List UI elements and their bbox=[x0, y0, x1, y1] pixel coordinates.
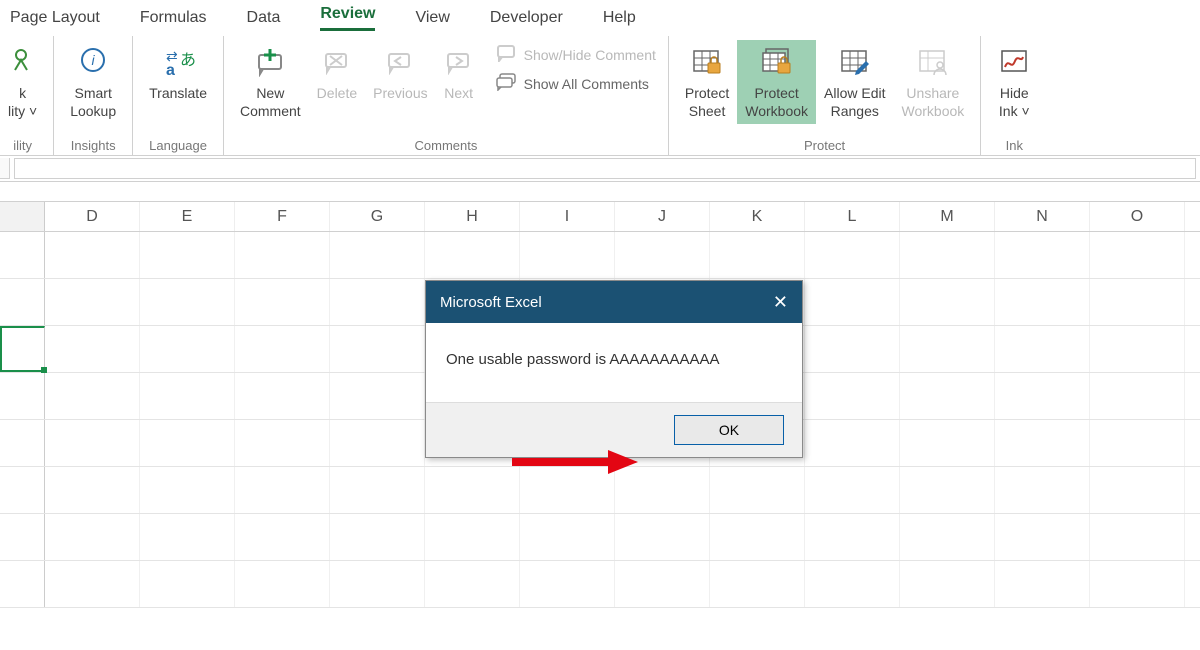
group-label: Protect bbox=[677, 138, 972, 155]
dialog-title: Microsoft Excel bbox=[440, 294, 542, 311]
delete-comment-button: Delete bbox=[309, 40, 365, 106]
btn-label: Show/Hide Comment bbox=[524, 47, 656, 63]
col-header[interactable]: M bbox=[900, 202, 995, 231]
svg-text:a: a bbox=[166, 62, 175, 77]
btn-label: Hide bbox=[1000, 84, 1029, 102]
protect-workbook-button[interactable]: Protect Workbook bbox=[737, 40, 816, 124]
protect-sheet-icon bbox=[690, 44, 724, 80]
smart-lookup-icon: i bbox=[75, 44, 111, 80]
next-comment-icon bbox=[444, 44, 474, 80]
btn-label: k bbox=[19, 84, 26, 102]
btn-label: Workbook bbox=[902, 102, 965, 120]
btn-label: Workbook bbox=[745, 102, 808, 120]
ribbon: k lity ˅ ility i Smart Lookup Insights ⇄… bbox=[0, 36, 1200, 156]
col-header[interactable]: J bbox=[615, 202, 710, 231]
col-header[interactable]: G bbox=[330, 202, 425, 231]
col-header[interactable]: K bbox=[710, 202, 805, 231]
ink-icon bbox=[997, 44, 1031, 80]
btn-label: Next bbox=[444, 84, 473, 102]
col-header[interactable]: L bbox=[805, 202, 900, 231]
group-label: Language bbox=[141, 138, 215, 155]
svg-text:i: i bbox=[92, 52, 96, 68]
dialog-message: One usable password is AAAAAAAAAAA bbox=[426, 323, 802, 403]
btn-label: Show All Comments bbox=[524, 76, 649, 92]
group-label: Insights bbox=[62, 138, 124, 155]
col-header[interactable]: D bbox=[45, 202, 140, 231]
btn-label: Allow Edit bbox=[824, 84, 885, 102]
selected-cell[interactable] bbox=[0, 326, 45, 372]
allow-edit-icon bbox=[838, 44, 872, 80]
unshare-workbook-button: Unshare Workbook bbox=[894, 40, 973, 124]
tab-data[interactable]: Data bbox=[247, 9, 281, 27]
col-header[interactable]: N bbox=[995, 202, 1090, 231]
accessibility-icon bbox=[9, 44, 37, 80]
btn-label: Comment bbox=[240, 102, 301, 120]
group-label: ility bbox=[0, 138, 45, 155]
col-header[interactable]: E bbox=[140, 202, 235, 231]
tab-view[interactable]: View bbox=[415, 9, 449, 27]
btn-label: lity ˅ bbox=[8, 102, 37, 120]
group-label: Comments bbox=[232, 138, 660, 155]
next-comment-button: Next bbox=[436, 40, 482, 106]
btn-label: Delete bbox=[317, 84, 357, 102]
col-header[interactable]: O bbox=[1090, 202, 1185, 231]
protect-sheet-button[interactable]: Protect Sheet bbox=[677, 40, 737, 124]
tab-review[interactable]: Review bbox=[320, 5, 375, 31]
tab-help[interactable]: Help bbox=[603, 9, 636, 27]
btn-label: Smart bbox=[75, 84, 112, 102]
tab-developer[interactable]: Developer bbox=[490, 9, 563, 27]
dialog-footer: OK bbox=[426, 403, 802, 457]
btn-label: Translate bbox=[149, 84, 207, 102]
col-header[interactable]: H bbox=[425, 202, 520, 231]
ok-button[interactable]: OK bbox=[674, 415, 784, 445]
btn-label: New bbox=[256, 84, 284, 102]
unshare-icon bbox=[916, 44, 950, 80]
chevron-down-icon: ˅ bbox=[1021, 103, 1029, 119]
btn-label: Protect bbox=[754, 84, 798, 102]
svg-text:あ: あ bbox=[180, 51, 196, 69]
formula-bar bbox=[0, 156, 1200, 182]
btn-label: Previous bbox=[373, 84, 427, 102]
tab-page-layout[interactable]: Page Layout bbox=[10, 9, 100, 27]
allow-edit-ranges-button[interactable]: Allow Edit Ranges bbox=[816, 40, 893, 124]
column-headers: D E F G H I J K L M N O bbox=[0, 202, 1200, 232]
delete-comment-icon bbox=[322, 44, 352, 80]
translate-icon: ⇄aあ bbox=[160, 44, 196, 80]
btn-label: Protect bbox=[685, 84, 729, 102]
btn-label: Unshare bbox=[906, 84, 959, 102]
previous-comment-icon bbox=[385, 44, 415, 80]
chevron-down-icon: ˅ bbox=[29, 103, 37, 119]
comment-icon bbox=[496, 44, 518, 65]
previous-comment-button: Previous bbox=[365, 40, 435, 106]
btn-label: Ranges bbox=[831, 102, 879, 120]
select-all-corner[interactable] bbox=[0, 202, 45, 231]
comments-icon bbox=[496, 73, 518, 94]
tab-formulas[interactable]: Formulas bbox=[140, 9, 207, 27]
col-header[interactable]: F bbox=[235, 202, 330, 231]
smart-lookup-button[interactable]: i Smart Lookup bbox=[62, 40, 124, 124]
show-all-comments-button[interactable]: Show All Comments bbox=[492, 69, 660, 98]
col-header[interactable]: I bbox=[520, 202, 615, 231]
btn-label: Lookup bbox=[70, 102, 116, 120]
close-icon[interactable]: ✕ bbox=[773, 292, 788, 313]
formula-input[interactable] bbox=[14, 158, 1196, 179]
translate-button[interactable]: ⇄aあ Translate bbox=[141, 40, 215, 124]
group-label: Ink bbox=[989, 138, 1039, 155]
name-box[interactable] bbox=[0, 158, 10, 179]
btn-label: Sheet bbox=[689, 102, 726, 120]
hide-ink-button[interactable]: Hide Ink ˅ bbox=[989, 40, 1039, 124]
new-comment-button[interactable]: New Comment bbox=[232, 40, 309, 124]
new-comment-icon bbox=[253, 44, 287, 80]
ribbon-tabs: Page Layout Formulas Data Review View De… bbox=[0, 0, 1200, 36]
message-dialog: Microsoft Excel ✕ One usable password is… bbox=[425, 280, 803, 458]
dialog-titlebar[interactable]: Microsoft Excel ✕ bbox=[426, 281, 802, 323]
show-hide-comment-button: Show/Hide Comment bbox=[492, 40, 660, 69]
check-accessibility-button[interactable]: k lity ˅ bbox=[0, 40, 45, 124]
btn-label: Ink ˅ bbox=[999, 102, 1030, 120]
protect-workbook-icon bbox=[760, 44, 794, 80]
